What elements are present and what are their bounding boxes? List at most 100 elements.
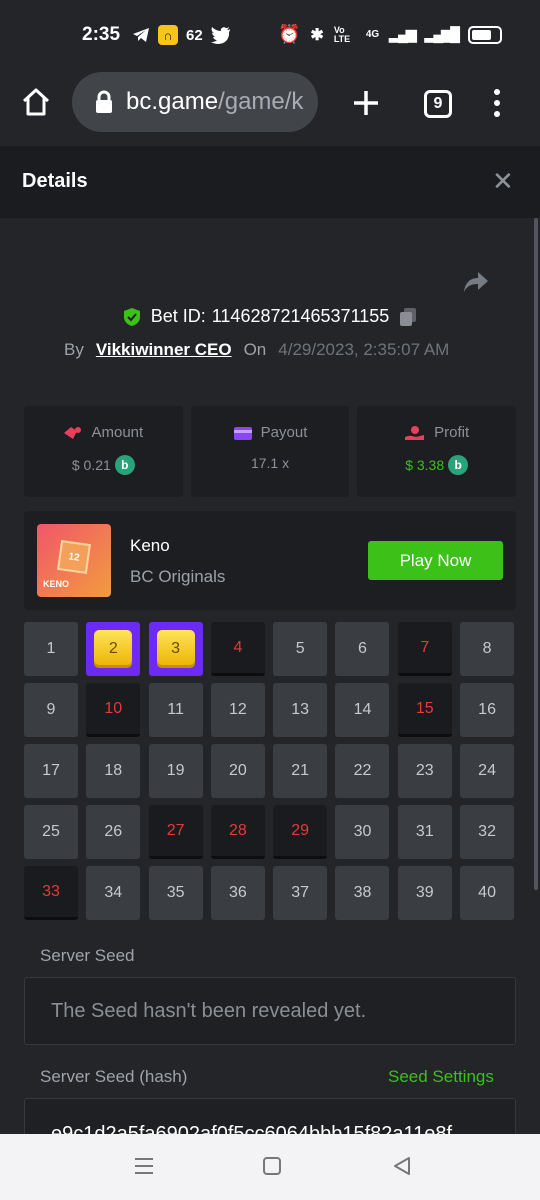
bet-byline: By Vikkiwinner CEO On 4/29/2023, 2:35:07… [64,340,449,360]
keno-cell: 30 [335,805,390,859]
headphones-icon: ∩ [158,25,178,45]
network-type: 4G [365,29,380,40]
keno-cell: 5 [273,622,328,676]
notification-icons: ∩ 62 [132,25,231,45]
game-name: Keno [130,536,170,555]
payout-card-icon [233,426,252,440]
stat-amount: Amount $ 0.21 b [24,406,183,497]
profit-hand-icon [405,425,425,440]
more-menu-icon[interactable] [492,89,502,117]
alarm-icon: ⏰ [278,24,301,44]
on-label: On [243,340,267,359]
close-icon[interactable]: ✕ [492,166,514,197]
bet-id-value: 114628721465371155 [211,306,390,326]
profit-label: Profit [434,424,470,441]
home-nav-icon[interactable] [262,1156,282,1176]
keno-grid: 1 2 3 4 5 6 7 8 9 10 11 12 13 14 15 16 17 18 19 20 21 22 23 24 2… [24,622,516,920]
keno-cell: 18 [86,744,141,798]
server-seed-label: Server Seed [40,946,135,965]
keno-cell: 31 [397,805,452,859]
keno-hit-gem: 3 [156,630,195,668]
keno-cell: 22 [335,744,390,798]
keno-cell: 1 [24,622,78,676]
keno-cell: 15 [397,683,452,737]
keno-cell: 37 [273,866,328,920]
server-seed-hash-value: e9c1d2a5fa6902af0f5cc6064bbb15f82a11e8f [51,1123,453,1134]
keno-cell: 16 [460,683,515,737]
back-nav-icon[interactable] [392,1156,412,1176]
user-link[interactable]: Vikkiwinner CEO [96,340,232,360]
keno-cell: 12 [210,683,265,737]
tab-switcher-button[interactable]: 9 [424,90,452,118]
battery-icon [468,25,502,44]
keno-cell: 27 [148,805,203,859]
verified-shield-icon [123,307,140,326]
keno-cell: 13 [273,683,328,737]
play-now-button[interactable]: Play Now [368,541,503,580]
amount-value: $ 0.21 [71,457,111,473]
keno-cell: 38 [335,866,390,920]
copy-icon[interactable] [399,307,417,327]
bet-details-panel: Bet ID: 114628721465371155 By Vikkiwinner… [0,218,540,1134]
twitter-icon [210,26,230,44]
keno-cell: 24 [460,744,515,798]
keno-cell: 19 [148,744,203,798]
bet-stats: Amount $ 0.21 b Payout 17.1 x Profit $ 3.… [24,406,517,497]
server-seed-field: The Seed hasn't been revealed yet. [24,977,516,1045]
keno-cell: 26 [86,805,141,859]
address-bar[interactable]: bc.game/game/k [72,72,318,132]
status-bar: 2:35 ∩ 62 ⏰ ✱ Vo LTE 4G ▂▄▆ ▂▄▆█ [0,0,540,72]
keno-thumbnail[interactable]: 12 KENO [37,524,111,597]
bcd-coin-icon: b [448,455,469,475]
bet-id-row: Bet ID: 114628721465371155 [0,306,540,327]
keno-cell: 33 [24,866,78,920]
amount-icon [64,426,82,439]
thumbnail-label: KENO [43,579,70,589]
profit-value: $ 3.38 [405,457,445,473]
payout-value: 17.1 x [250,455,290,471]
telegram-icon [133,28,149,42]
keno-hit-gem: 2 [94,630,133,668]
system-nav-bar [0,1134,540,1200]
keno-cell: 34 [86,866,141,920]
seed-settings-link[interactable]: Seed Settings [388,1067,494,1087]
system-icons: ⏰ ✱ Vo LTE 4G ▂▄▆ ▂▄▆█ [278,24,502,45]
scrollbar[interactable] [534,218,538,890]
keno-cell: 36 [210,866,265,920]
home-icon[interactable] [20,87,52,117]
keno-cell: 23 [397,744,452,798]
bet-datetime: 4/29/2023, 2:35:07 AM [278,340,450,359]
thumbnail-cube: 12 [57,540,91,574]
keno-cell: 11 [148,683,203,737]
keno-cell: 39 [397,866,452,920]
by-label: By [64,340,84,359]
keno-cell: 14 [335,683,390,737]
server-seed-hash-label: Server Seed (hash) [40,1067,188,1086]
share-icon[interactable] [462,270,490,294]
volte-indicator: Vo LTE [333,24,351,44]
clock: 2:35 [82,24,121,45]
notification-count: 62 [186,26,203,44]
new-tab-icon[interactable] [352,89,380,117]
url-host: bc.game [126,88,219,115]
payout-label: Payout [260,424,308,441]
keno-cell: 10 [86,683,141,737]
game-card: 12 KENO Keno BC Originals Play Now [24,511,516,610]
url-path: /game/k [218,88,304,115]
keno-cell: 29 [273,805,328,859]
signal-icon: ▂▄▆ [389,26,416,42]
signal-icon-2: ▂▄▆█ [424,26,460,42]
bet-id-label: Bet ID: [150,306,206,326]
keno-cell: 21 [273,744,328,798]
game-provider: BC Originals [130,567,226,586]
keno-cell: 20 [210,744,265,798]
stat-profit: Profit $ 3.38 b [357,406,517,497]
bluetooth-icon: ✱ [310,26,324,44]
keno-cell: 7 [397,622,452,676]
keno-cell: 35 [148,866,203,920]
keno-cell: 32 [460,805,515,859]
server-seed-hash-field[interactable]: e9c1d2a5fa6902af0f5cc6064bbb15f82a11e8f [24,1098,516,1134]
page-title: Details [22,170,88,192]
recent-apps-icon[interactable] [134,1156,154,1176]
keno-cell: 6 [335,622,390,676]
